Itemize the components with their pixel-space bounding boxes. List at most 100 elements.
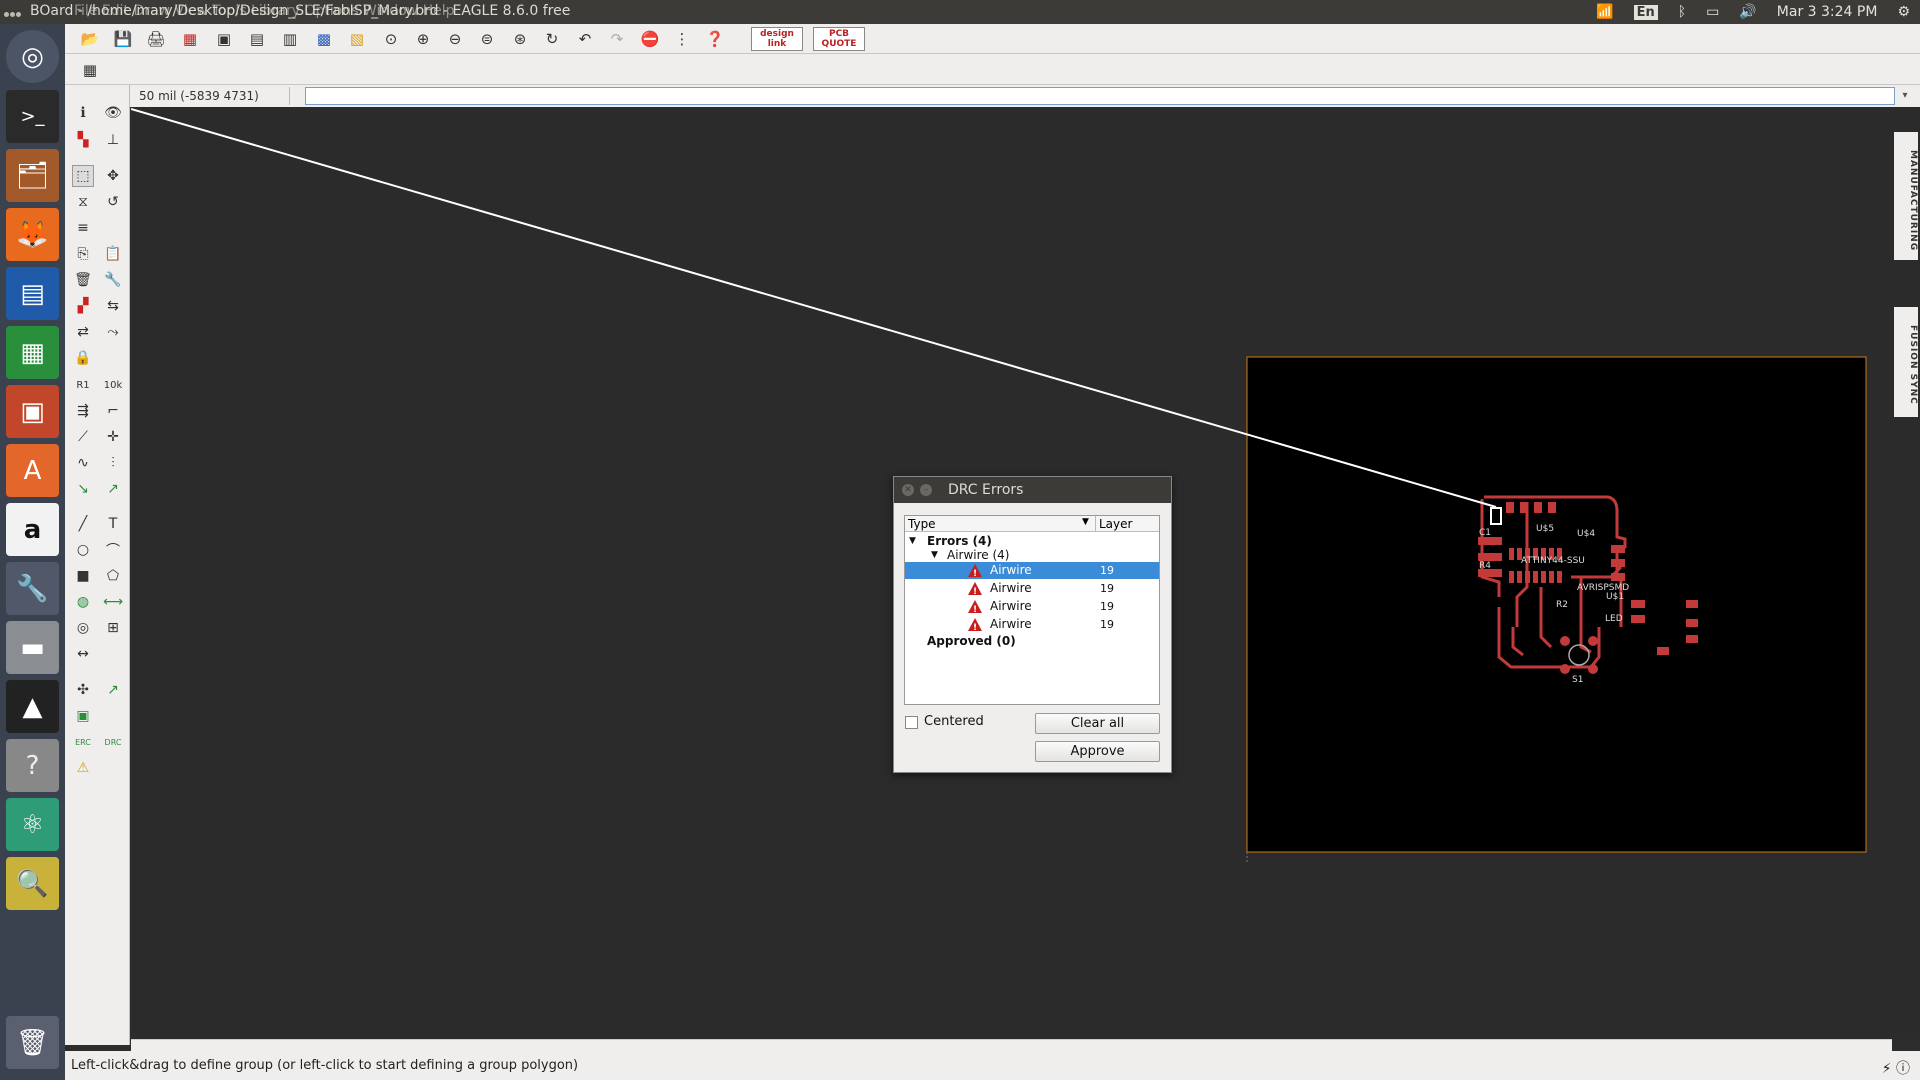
circle-icon[interactable]: ○ (72, 539, 94, 561)
manufacturing-icon[interactable]: ▤ (246, 28, 268, 50)
gear-icon[interactable]: ⚙ (1897, 4, 1910, 20)
split-icon[interactable]: ⤳ (102, 321, 124, 343)
image-viewer-icon[interactable]: 🔍 (6, 857, 59, 910)
mark-icon[interactable]: ⊥ (102, 129, 124, 151)
terminal-icon[interactable]: >_ (6, 90, 59, 143)
column-type[interactable]: Type (908, 517, 936, 531)
window-controls[interactable] (4, 5, 24, 19)
centered-checkbox[interactable] (905, 716, 918, 729)
route-icon[interactable]: ↘ (72, 478, 94, 500)
drc-icon[interactable]: DRC (102, 731, 124, 753)
zoom-out-icon[interactable]: ⊖ (444, 28, 466, 50)
zoom-fit-icon[interactable]: ⊙ (380, 28, 402, 50)
wrench-icon[interactable]: 🔧 (102, 269, 124, 291)
drc-error-tree[interactable]: Type ▼ Layer ▼ Errors (4) ▼ Airwire (4) … (904, 515, 1160, 705)
design-link-button[interactable]: design link (751, 27, 803, 51)
board-icon[interactable]: ▣ (72, 705, 94, 727)
library-icon[interactable]: ▥ (279, 28, 301, 50)
tab-fusion-sync[interactable]: FUSION SYNC (1894, 307, 1918, 417)
horizontal-scrollbar[interactable] (131, 1039, 1892, 1051)
via-icon[interactable]: ◍ (72, 591, 94, 613)
optimize-icon[interactable]: ✛ (102, 426, 124, 448)
tab-manufacturing[interactable]: MANUFACTURING (1894, 132, 1918, 260)
rectangle-icon[interactable]: ■ (72, 565, 94, 587)
miter-icon[interactable]: ⌐ (102, 400, 124, 422)
grid-icon[interactable]: ▦ (79, 59, 101, 81)
warning-icon[interactable]: ⚠ (72, 757, 94, 779)
replace-icon[interactable]: ⇆ (102, 295, 124, 317)
zoom-select-icon[interactable]: ⊜ (476, 28, 498, 50)
ripup-icon[interactable]: ↗ (102, 478, 124, 500)
save-icon[interactable]: 💾 (112, 28, 134, 50)
amazon-icon[interactable]: a (6, 503, 59, 556)
copy-icon[interactable]: ⎘ (72, 243, 94, 265)
split-wire-icon[interactable]: ⟋ (72, 426, 94, 448)
name-icon[interactable]: R1 (72, 374, 94, 396)
drc-error-row[interactable]: Airwire 19 (905, 562, 1159, 583)
drc-error-row[interactable]: Airwire 19 (905, 580, 1159, 601)
redraw-icon[interactable]: ↻ (541, 28, 563, 50)
layer-icon[interactable]: ▚ (72, 129, 94, 151)
align-icon[interactable]: ≡ (72, 217, 94, 239)
atom-icon[interactable]: ⚛ (6, 798, 59, 851)
disk-icon[interactable]: ▬ (6, 621, 59, 674)
zoom-area-icon[interactable]: ⊛ (509, 28, 531, 50)
wifi-icon[interactable]: 📶 (1596, 4, 1613, 20)
mirror-icon[interactable]: ⧖ (72, 191, 94, 213)
cam-icon[interactable]: ▣ (213, 28, 235, 50)
dimension-icon[interactable]: ↔ (72, 643, 94, 665)
wire-icon[interactable]: ╱ (72, 513, 94, 535)
meander-icon[interactable]: ∿ (72, 452, 94, 474)
column-layer[interactable]: Layer (1099, 517, 1132, 531)
arc-icon[interactable]: ⌒ (102, 539, 124, 561)
battery-icon[interactable]: ▭ (1706, 4, 1719, 20)
value-icon[interactable]: 10k (102, 374, 124, 396)
rotate-icon[interactable]: ↺ (102, 191, 124, 213)
open-icon[interactable]: 📂 (79, 28, 101, 50)
schematic-icon[interactable]: ▦ (179, 28, 201, 50)
minimize-icon[interactable]: – (920, 484, 932, 496)
ulp-icon[interactable]: ▧ (346, 28, 368, 50)
clear-all-button[interactable]: Clear all (1035, 713, 1160, 734)
keyboard-language-indicator[interactable]: En (1633, 4, 1658, 20)
add-icon[interactable]: ▞ (72, 295, 94, 317)
hole-icon[interactable]: ◎ (72, 617, 94, 639)
move-icon[interactable]: ✥ (102, 165, 124, 187)
show-icon[interactable]: 👁 (102, 102, 124, 124)
script-icon[interactable]: ▩ (313, 28, 335, 50)
zoom-in-icon[interactable]: ⊕ (412, 28, 434, 50)
firefox-icon[interactable]: 🦊 (6, 208, 59, 261)
route-multiple-icon[interactable]: ⫶ (102, 452, 124, 474)
pcb-quote-button[interactable]: PCB QUOTE (813, 27, 865, 51)
impress-icon[interactable]: ▣ (6, 385, 59, 438)
writer-icon[interactable]: ▤ (6, 267, 59, 320)
redo-icon[interactable]: ↷ (606, 28, 628, 50)
group-select-icon[interactable]: ⬚ (72, 165, 94, 187)
software-center-icon[interactable]: A (6, 444, 59, 497)
stop-icon[interactable]: ⛔ (639, 28, 661, 50)
info-icon[interactable]: ℹ (72, 102, 94, 124)
help-icon[interactable]: ? (6, 739, 59, 792)
go-icon[interactable]: ⋮ (671, 28, 693, 50)
attribute-icon[interactable]: ⊞ (102, 617, 124, 639)
signal-icon[interactable]: ⟷ (102, 591, 124, 613)
inkscape-icon[interactable]: ▲ (6, 680, 59, 733)
lock-icon[interactable]: 🔒 (72, 347, 94, 369)
text-icon[interactable]: T (102, 513, 124, 535)
ratsnest-icon[interactable]: ✣ (72, 679, 94, 701)
trash-icon[interactable]: 🗑 (6, 1016, 59, 1069)
clock[interactable]: Mar 3 3:24 PM (1777, 4, 1878, 20)
files-icon[interactable]: 🗂 (6, 149, 59, 202)
bluetooth-icon[interactable]: ᛒ (1678, 4, 1686, 20)
calc-icon[interactable]: ▦ (6, 326, 59, 379)
undo-icon[interactable]: ↶ (574, 28, 596, 50)
command-line-input[interactable] (305, 87, 1895, 105)
system-settings-icon[interactable]: 🔧 (6, 562, 59, 615)
print-icon[interactable]: 🖨 (145, 28, 167, 50)
help-question-icon[interactable]: ❓ (704, 28, 726, 50)
autorouter-icon[interactable]: ↗ (102, 679, 124, 701)
polygon-icon[interactable]: ⬠ (102, 565, 124, 587)
sort-arrow-icon[interactable]: ▼ (1082, 517, 1089, 527)
close-icon[interactable]: ✕ (902, 484, 914, 496)
tree-node-approved[interactable]: Approved (0) (905, 633, 1159, 650)
